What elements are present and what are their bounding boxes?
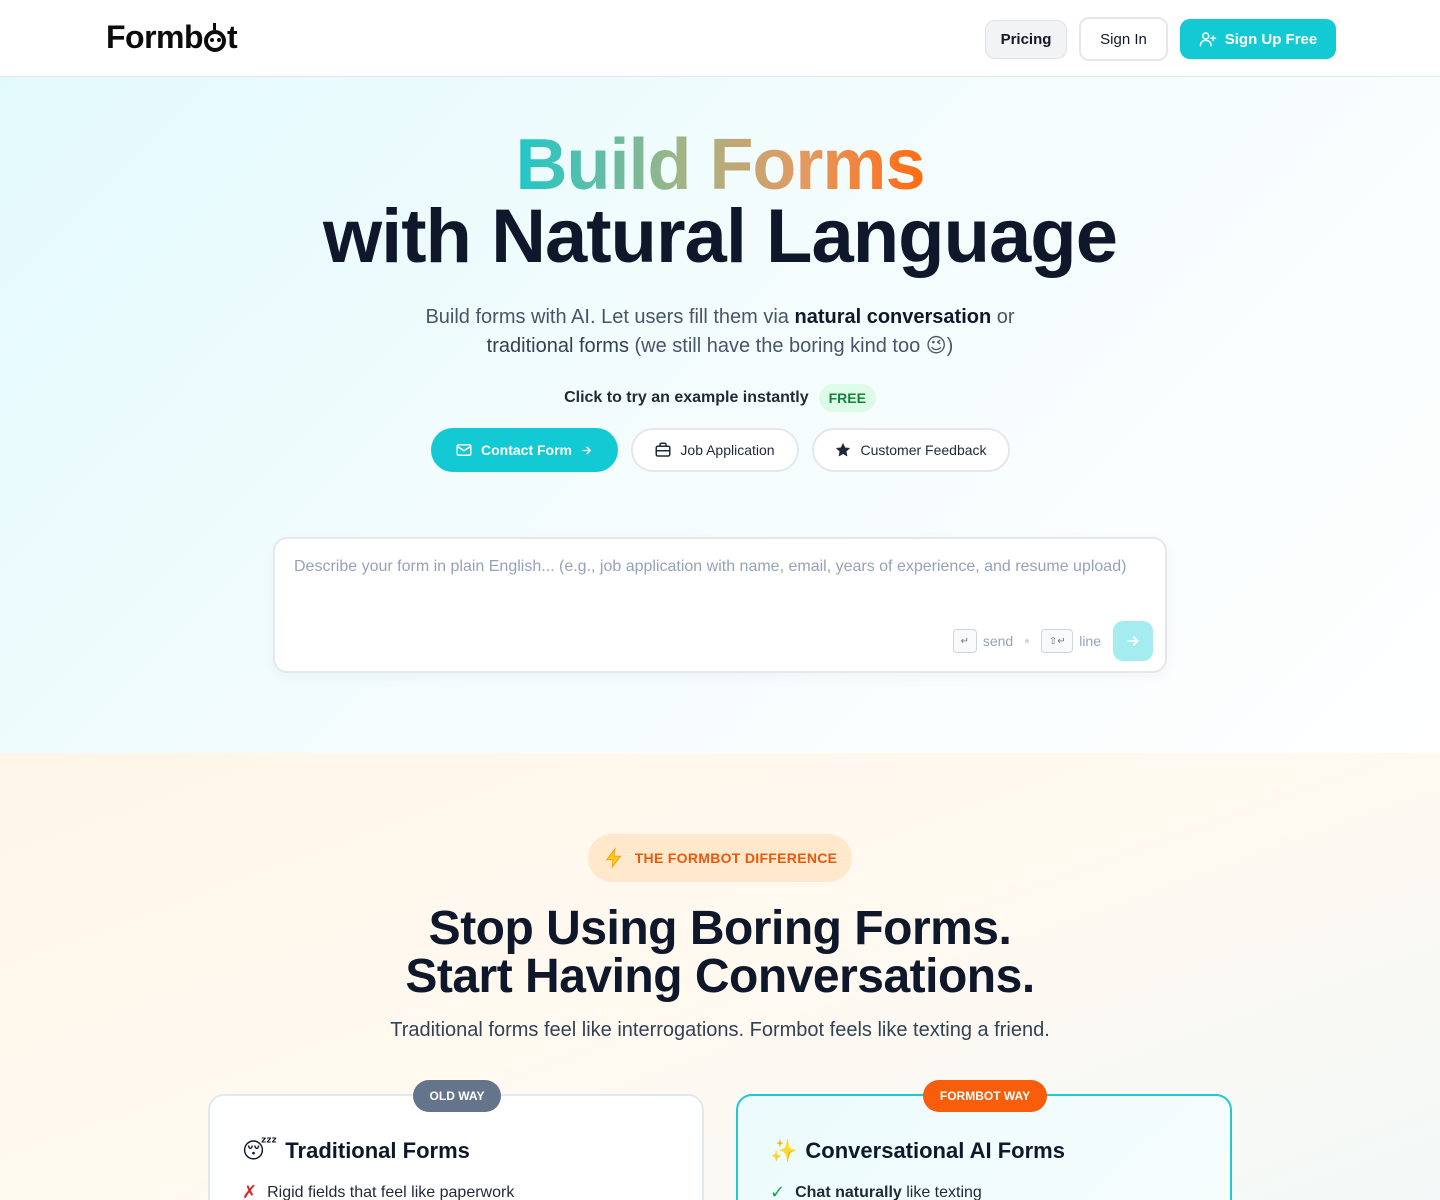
sign-in-button[interactable]: Sign In [1079,17,1168,61]
example-customer-feedback-button[interactable]: Customer Feedback [811,428,1010,472]
example-contact-form-button[interactable]: Contact Form [430,428,618,472]
traditional-forms-card: OLD WAY 😴 Traditional Forms ✗ Rigid fiel… [208,1080,704,1200]
formbot-way-tag: FORMBOT WAY [923,1080,1047,1112]
list-item-text: Rigid fields that feel like paperwork [267,1183,515,1200]
star-icon [836,442,851,457]
logo-text-prefix: Formb [106,19,204,55]
free-badge: FREE [818,384,876,412]
list-item-text: like texting [901,1183,982,1200]
example-customer-feedback-label: Customer Feedback [860,442,987,458]
hero-subtitle-text-1: Build forms with AI. Let users fill them… [425,306,795,328]
list-item: ✗ Rigid fields that feel like paperwork [242,1182,514,1200]
sparkles-icon: ✨ [770,1138,798,1164]
hero-subtitle-text-4: (we still have the boring kind too [628,335,926,357]
hero-subtitle-bold: natural conversation [794,306,992,328]
top-header: Formb t Pricing Sign In Sign Up Free [0,0,1440,77]
difference-subtitle: Traditional forms feel like interrogatio… [390,1019,1050,1041]
formbot-logo[interactable]: Formb t [106,19,238,56]
mail-icon [456,444,472,456]
send-button[interactable] [1113,621,1153,661]
list-item: ✓ Chat naturally like texting [770,1182,982,1200]
arrow-right-icon [1127,636,1139,646]
logo-text-suffix: t [227,19,238,55]
form-description-composer: ↵ send ⇧↵ line [273,537,1167,673]
conversational-forms-title: ✨ Conversational AI Forms [770,1138,1065,1164]
check-icon: ✓ [770,1182,786,1200]
sign-up-label: Sign Up Free [1224,30,1318,48]
enter-key-hint: ↵ [952,629,977,653]
try-example-label: Click to try an example instantly [564,389,809,406]
old-way-tag: OLD WAY [413,1080,501,1112]
conversational-forms-card: FORMBOT WAY ✨ Conversational AI Forms ✓ … [736,1080,1232,1200]
form-description-input[interactable] [294,555,1144,611]
example-chips: Contact Form Job Application Customer Fe… [0,428,1440,472]
hero-title-main: with Natural Language [323,194,1118,279]
traditional-forms-title-text: Traditional Forms [285,1138,470,1163]
conversational-forms-title-text: Conversational AI Forms [805,1138,1065,1163]
user-plus-icon [1199,32,1216,47]
sleepy-face-icon: 😴 [242,1138,278,1164]
traditional-forms-title: 😴 Traditional Forms [242,1138,470,1164]
difference-section: THE FORMBOT DIFFERENCE Stop Using Boring… [0,753,1440,1200]
list-item-bold: Chat naturally [795,1183,902,1200]
header-nav: Pricing Sign In Sign Up Free [985,17,1336,61]
hero-subtitle: Build forms with AI. Let users fill them… [0,303,1440,360]
hero-title-gradient: Build Forms [0,125,1440,205]
keyboard-hints: ↵ send ⇧↵ line [952,629,1101,653]
pricing-button[interactable]: Pricing [985,19,1067,59]
example-job-application-label: Job Application [680,442,775,458]
line-hint-label: line [1079,633,1101,649]
hero-title-gradient-text: Build Forms [515,125,925,205]
try-example-row: Click to try an example instantly FREE [0,384,1440,412]
hero-subtitle-text-2: or [991,306,1015,328]
cross-icon: ✗ [242,1182,258,1200]
hero-subtitle-text-5: ) [946,335,954,357]
send-hint-label: send [982,633,1014,649]
lightning-icon [605,847,622,869]
shift-enter-key-hint: ⇧↵ [1041,629,1074,653]
sign-up-button[interactable]: Sign Up Free [1180,19,1336,59]
briefcase-icon [655,442,671,457]
hint-separator [1025,639,1030,643]
example-contact-form-label: Contact Form [481,442,572,458]
hero-subtitle-text-3: traditional forms [486,335,629,357]
difference-title: Stop Using Boring Forms. Start Having Co… [0,905,1440,1001]
difference-badge-label: THE FORMBOT DIFFERENCE [634,850,838,866]
difference-title-line1: Stop Using Boring Forms. [428,902,1012,955]
bot-face-icon [204,22,227,52]
difference-title-line2: Start Having Conversations. [405,950,1035,1003]
example-job-application-button[interactable]: Job Application [630,428,799,472]
wink-emoji-icon: 😉 [925,333,947,357]
difference-badge: THE FORMBOT DIFFERENCE [588,834,852,882]
hero-section: Build Forms with Natural Language Build … [0,77,1440,753]
arrow-right-icon [582,446,591,454]
